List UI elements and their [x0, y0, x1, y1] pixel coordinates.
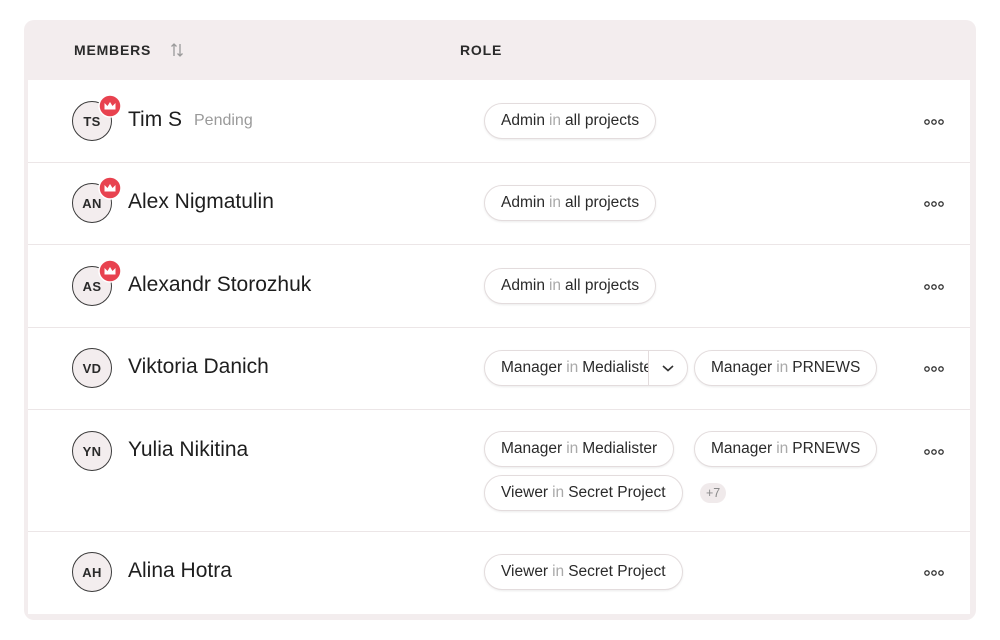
- more-dots-icon[interactable]: [922, 447, 946, 457]
- crown-icon: [98, 176, 122, 200]
- sort-arrows-icon[interactable]: [170, 41, 184, 59]
- role-chip[interactable]: Manager in PRNEWS: [694, 350, 878, 386]
- chevron-down-icon: [662, 365, 674, 372]
- role-chip[interactable]: Admin in all projects: [484, 185, 657, 221]
- role-chip[interactable]: Manager in PRNEWS: [694, 431, 878, 467]
- table-row: VD Viktoria Danich ManagerinMedialister …: [28, 328, 970, 410]
- members-panel: MEMBERS ROLE TS Tim S Pending Admin in all…: [24, 20, 976, 620]
- members-list: TS Tim S Pending Admin in all projects AN: [28, 80, 970, 614]
- more-roles-badge[interactable]: +7: [700, 483, 727, 503]
- role-chip[interactable]: Viewer in Secret Project: [484, 554, 683, 590]
- role-chip[interactable]: Admin in all projects: [484, 268, 657, 304]
- crown-icon: [98, 259, 122, 283]
- table-row: AH Alina Hotra Viewer in Secret Project: [28, 532, 970, 614]
- role-chip[interactable]: Admin in all projects: [484, 103, 657, 139]
- expand-roles-button[interactable]: [648, 351, 687, 385]
- role-chip-label: ManagerinMedialister: [501, 359, 648, 376]
- member-name: Alex Nigmatulin: [128, 190, 274, 213]
- more-dots-icon[interactable]: [922, 199, 946, 209]
- member-name: Alina Hotra: [128, 559, 232, 582]
- role-chip[interactable]: Viewer in Secret Project: [484, 475, 683, 511]
- member-name: Yulia Nikitina: [128, 438, 249, 461]
- member-name: Tim S: [128, 108, 183, 131]
- more-dots-icon[interactable]: [922, 282, 946, 292]
- crown-icon: [98, 94, 122, 118]
- table-header: MEMBERS ROLE: [24, 20, 976, 80]
- avatar: VD: [72, 348, 112, 388]
- status-badge: Pending: [194, 112, 253, 129]
- member-name: Alexandr Storozhuk: [128, 273, 312, 296]
- more-dots-icon[interactable]: [922, 364, 946, 374]
- role-column-header: ROLE: [460, 42, 503, 58]
- more-dots-icon[interactable]: [922, 568, 946, 578]
- table-row: AS Alexandr Storozhuk Admin in all project…: [28, 245, 970, 328]
- table-row: AN Alex Nigmatulin Admin in all projects: [28, 163, 970, 245]
- avatar: AH: [72, 552, 112, 592]
- table-row: TS Tim S Pending Admin in all projects: [28, 80, 970, 163]
- members-column-header[interactable]: MEMBERS: [74, 42, 151, 58]
- avatar: YN: [72, 431, 112, 471]
- member-name: Viktoria Danich: [128, 355, 269, 378]
- role-chip-expandable[interactable]: ManagerinMedialister: [484, 350, 688, 386]
- more-dots-icon[interactable]: [922, 117, 946, 127]
- role-chip[interactable]: Manager in Medialister: [484, 431, 675, 467]
- table-row: YN Yulia Nikitina Manager in Medialister M…: [28, 410, 970, 532]
